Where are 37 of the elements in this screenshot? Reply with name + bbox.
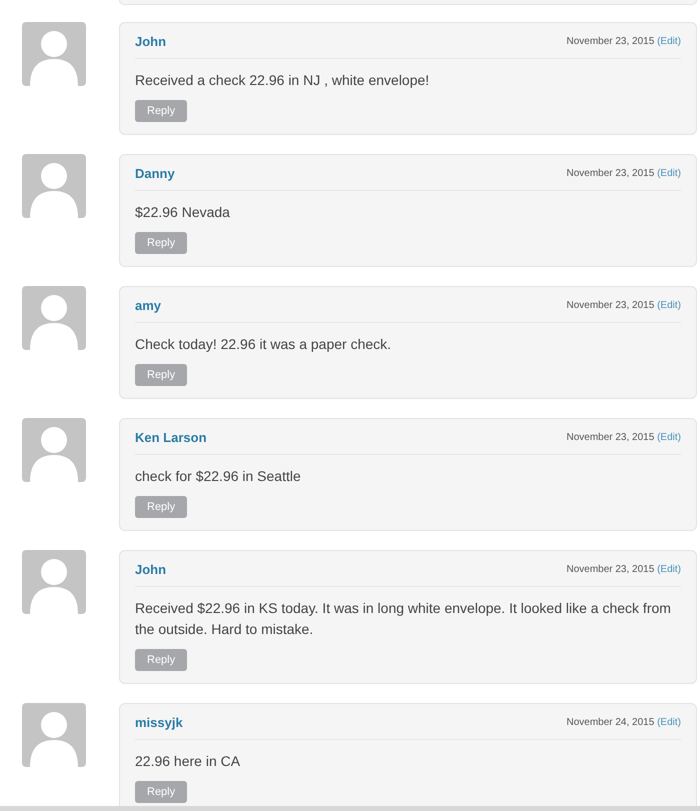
edit-link[interactable]: (Edit)	[657, 432, 681, 444]
author-name[interactable]: Danny	[135, 164, 175, 184]
edit-link[interactable]: (Edit)	[657, 168, 681, 180]
reply-button[interactable]: Reply	[135, 648, 188, 671]
comment-date: November 23, 2015	[566, 564, 654, 576]
reply-button[interactable]: Reply	[135, 100, 188, 122]
avatar-icon	[22, 286, 86, 350]
edit-link[interactable]: (Edit)	[657, 564, 681, 576]
reply-button[interactable]: Reply	[135, 364, 188, 386]
avatar-icon	[22, 550, 86, 614]
comment-date: November 23, 2015	[566, 300, 654, 312]
avatar-icon	[22, 418, 86, 482]
avatar-icon	[22, 154, 86, 218]
comment-date: November 23, 2015	[566, 168, 654, 180]
author-name[interactable]: John	[135, 560, 166, 580]
comment-text: Check today! 22.96 it was a paper check.	[135, 334, 392, 354]
comment-text: 22.96 here in CA	[135, 752, 242, 770]
avatar-icon	[22, 703, 86, 767]
horizontal-scrollbar[interactable]	[0, 806, 700, 811]
reply-button[interactable]: Reply	[135, 232, 188, 254]
author-name[interactable]: amy	[135, 296, 162, 316]
author-name[interactable]: John	[135, 32, 166, 52]
comment-text: Received $22.96 in KS today. It was in long white envelope. It looked like a check from the outside. Hard to mistake.	[135, 598, 672, 638]
edit-link[interactable]: (Edit)	[657, 717, 681, 728]
comment-date: November 23, 2015	[566, 36, 654, 48]
comment-text: check for $22.96 in Seattle	[135, 466, 302, 486]
reply-button[interactable]: Reply	[135, 780, 188, 803]
author-name[interactable]: Ken Larson	[135, 428, 207, 448]
comment-text: Received a check 22.96 in NJ , white envelope!	[135, 70, 430, 90]
avatar-icon	[22, 22, 86, 86]
edit-link[interactable]: (Edit)	[657, 36, 681, 48]
comment-date: November 24, 2015	[566, 717, 654, 728]
reply-button[interactable]: Reply	[135, 496, 188, 518]
edit-link[interactable]: (Edit)	[657, 300, 681, 312]
comment-text: $22.96 Nevada	[135, 202, 231, 222]
comment-date: November 23, 2015	[566, 432, 654, 444]
author-name[interactable]: missyjk	[135, 713, 183, 732]
